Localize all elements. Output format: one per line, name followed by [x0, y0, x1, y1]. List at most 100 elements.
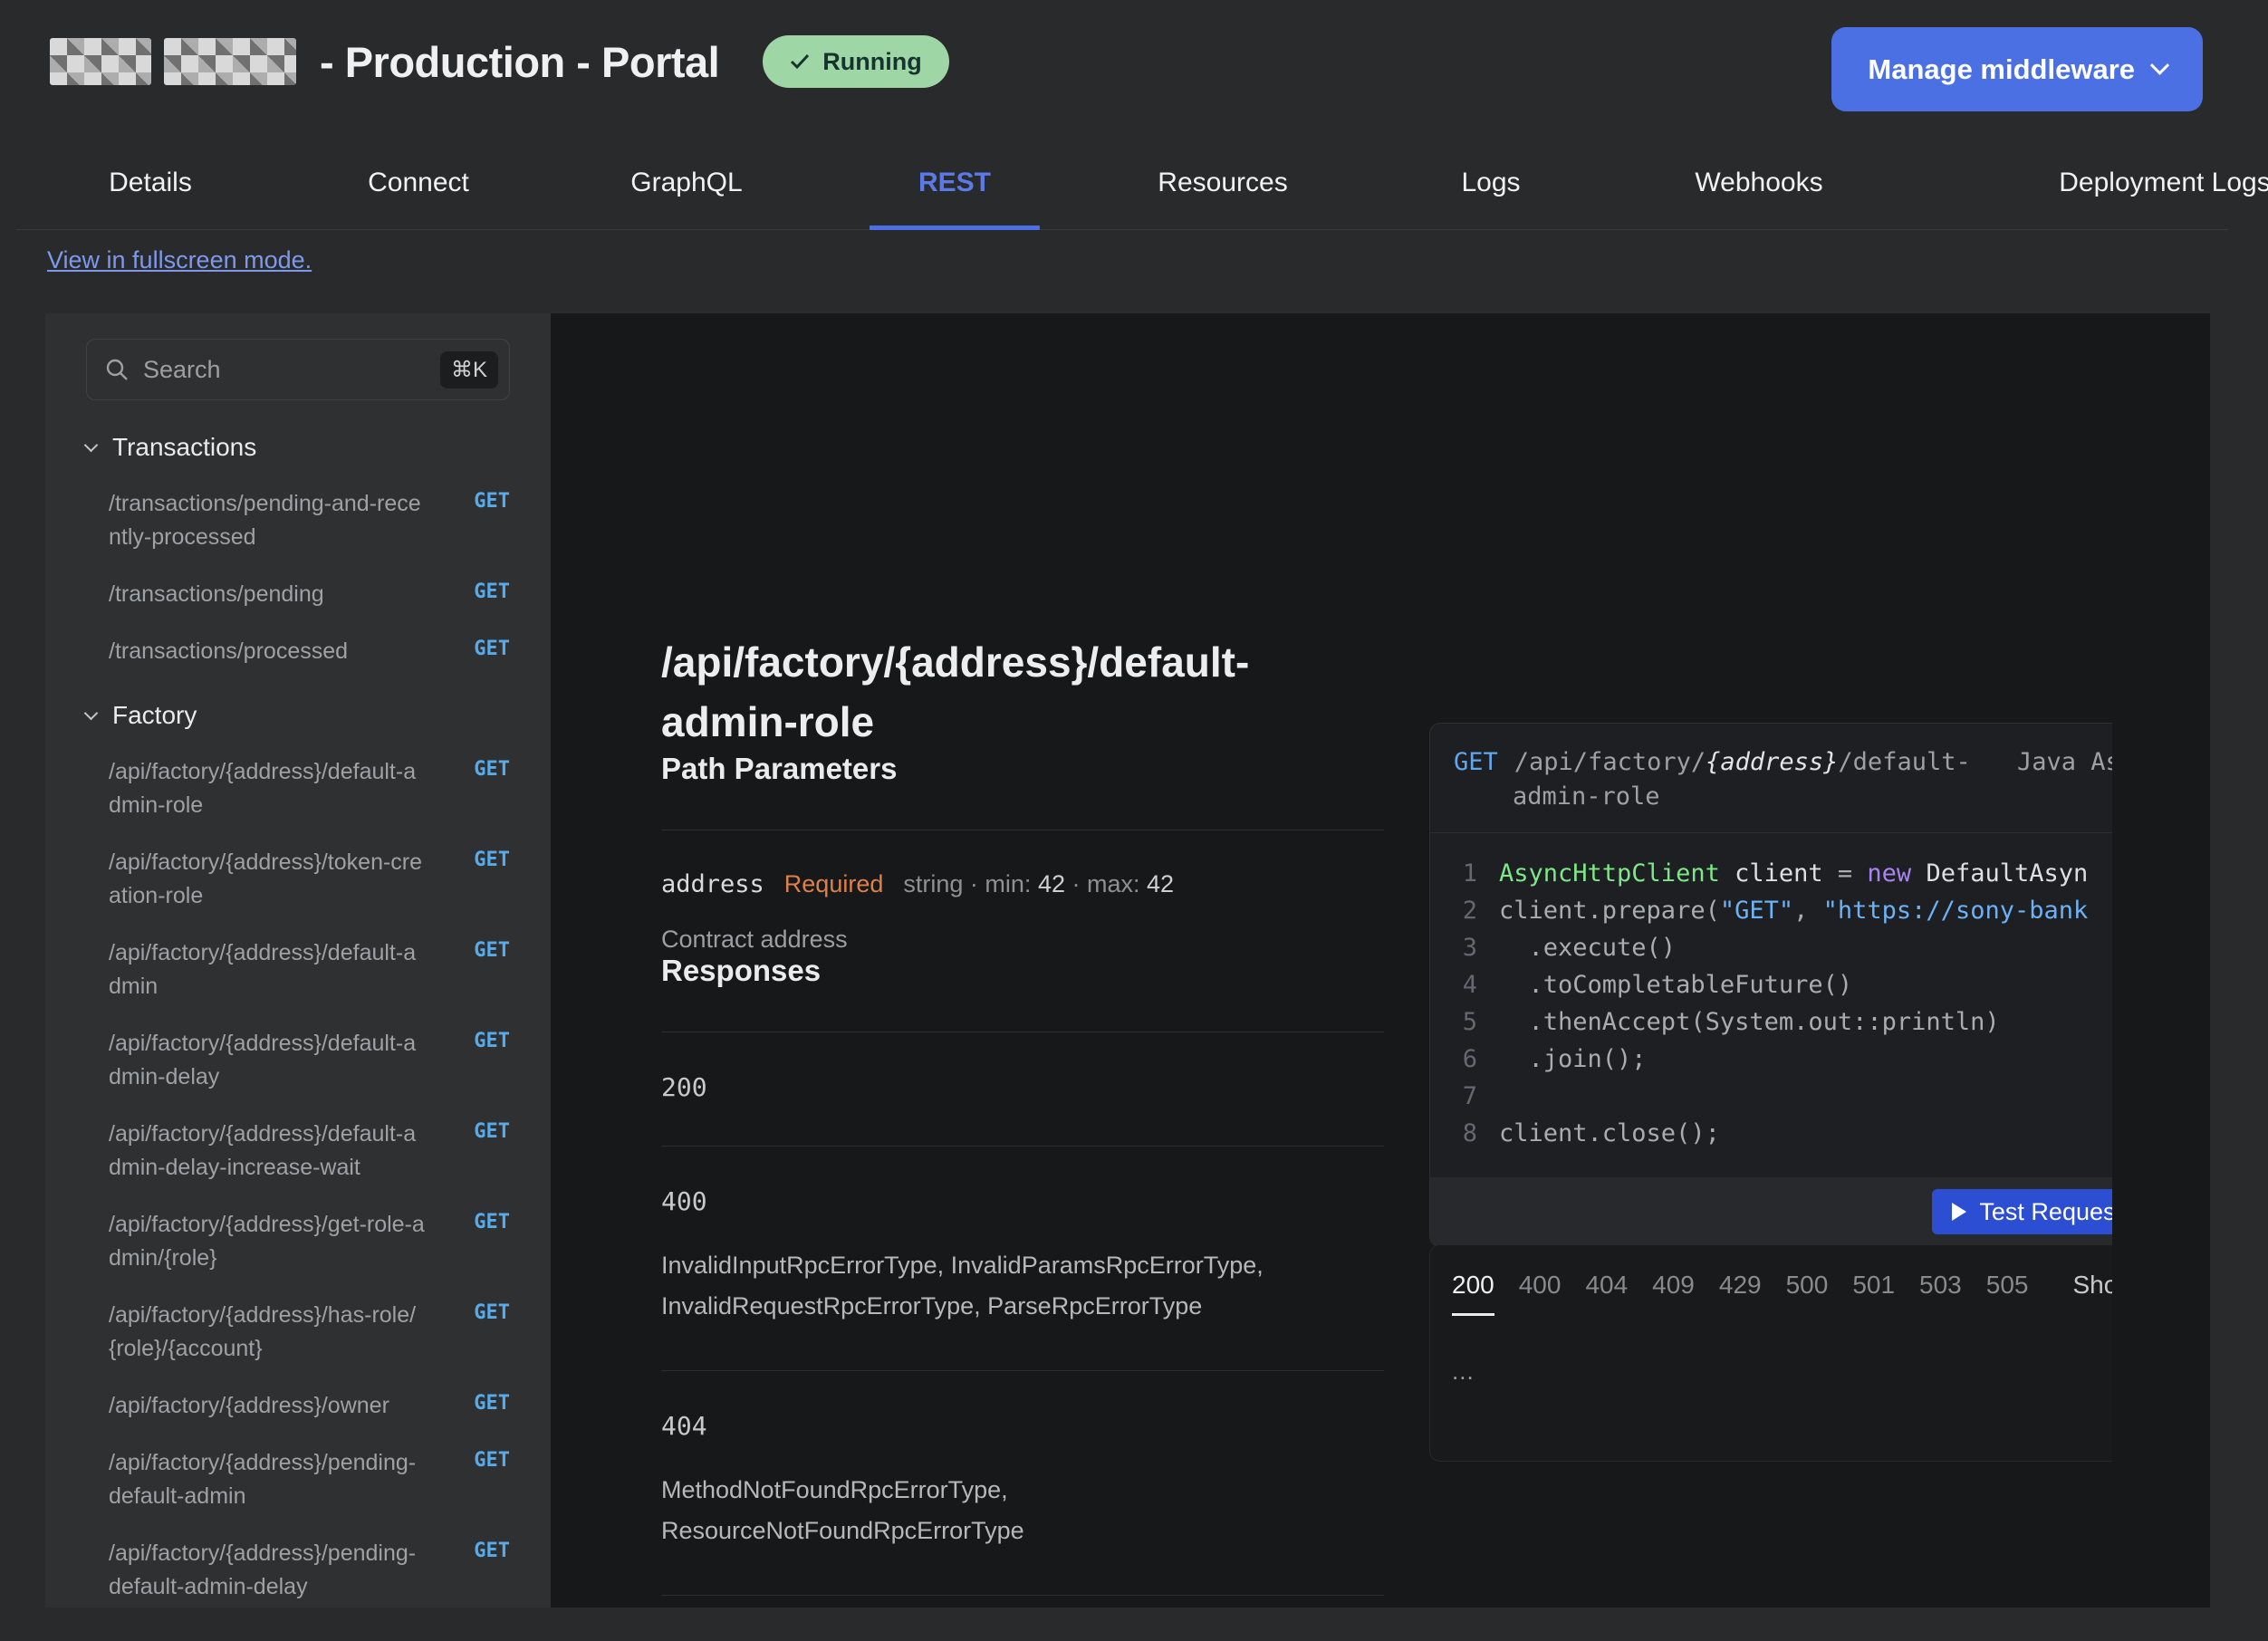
manage-middleware-button[interactable]: Manage middleware — [1831, 27, 2203, 111]
endpoint-item[interactable]: /api/factory/{address}/has-role/{role}/{… — [109, 1299, 510, 1366]
tab-resources[interactable]: Resources — [1089, 136, 1357, 229]
endpoint-path: /api/factory/{address}/pending-default-a… — [109, 1446, 428, 1513]
endpoint-item[interactable]: /api/factory/{address}/owner GET — [109, 1389, 510, 1423]
code-line-content: client.close(); — [1499, 1115, 1720, 1152]
status-tab-501[interactable]: 501 — [1852, 1271, 1895, 1300]
tab-webhooks[interactable]: Webhooks — [1625, 136, 1893, 229]
code-token: .join(); — [1499, 1045, 1647, 1073]
redacted-brand-pixelation — [164, 38, 296, 85]
responses-heading: Responses — [661, 954, 1384, 988]
divider — [661, 1370, 1384, 1371]
code-line: 1AsyncHttpClient client = new DefaultAsy… — [1448, 855, 2112, 892]
code-token: "GET" — [1720, 897, 1793, 925]
endpoint-item[interactable]: /transactions/pending GET — [109, 578, 510, 611]
endpoint-path: /api/factory/{address}/owner — [109, 1389, 428, 1423]
endpoint-item[interactable]: /api/factory/{address}/default-admin-rol… — [109, 755, 510, 822]
code-line: 3 .execute() — [1448, 929, 2112, 966]
endpoint-item[interactable]: /api/factory/{address}/get-role-admin/{r… — [109, 1208, 510, 1275]
endpoint-path: /transactions/processed — [109, 635, 428, 668]
play-icon — [1952, 1203, 1966, 1221]
endpoint-item[interactable]: /transactions/processedGET — [109, 635, 510, 668]
sidebar-section-factory[interactable]: Factory — [86, 701, 510, 730]
tab-graphql[interactable]: GraphQL — [553, 136, 821, 229]
code-token: new — [1867, 859, 1911, 888]
endpoint-item[interactable]: /api/factory/{address}/default-admin-del… — [109, 1027, 510, 1094]
endpoint-method-badge: GET — [474, 936, 510, 962]
endpoint-path: /api/factory/{address}/has-role/{role}/{… — [109, 1299, 428, 1366]
response-status-panel: 200 400 404 409 429 500 501 503 505 Show Sc ... — [1429, 1244, 2112, 1462]
endpoint-method-badge: GET — [474, 578, 510, 603]
status-tab-503[interactable]: 503 — [1919, 1271, 1962, 1300]
tab-label: Connect — [368, 168, 469, 198]
line-number: 5 — [1448, 1003, 1477, 1041]
rest-playground-panel: Search ⌘K Transactions/transactions/pend… — [45, 313, 2210, 1607]
endpoint-path: /transactions/pending — [109, 578, 428, 611]
tab-details[interactable]: Details — [16, 136, 284, 229]
parameter-name: address — [661, 870, 764, 898]
line-number: 6 — [1448, 1041, 1477, 1078]
language-selector[interactable]: Java AsyncH — [2017, 745, 2112, 780]
code-editor: 1AsyncHttpClient client = new DefaultAsy… — [1430, 833, 2112, 1177]
code-line: 8 client.close(); — [1448, 1115, 2112, 1152]
code-line: 5 .thenAccept(System.out::println) — [1448, 1003, 2112, 1041]
test-request-button[interactable]: Test Request — [1932, 1189, 2112, 1234]
line-number: 3 — [1448, 929, 1477, 966]
status-badge-label: Running — [822, 48, 921, 76]
search-input[interactable]: Search ⌘K — [86, 339, 510, 400]
chevron-down-icon — [2150, 56, 2169, 75]
tab-label: Details — [109, 168, 192, 198]
search-placeholder: Search — [143, 356, 440, 384]
response-body-ellipsis: ... — [1452, 1358, 2112, 1386]
status-tab-505[interactable]: 505 — [1986, 1271, 2029, 1300]
request-method: GET — [1454, 748, 1498, 776]
parameter-row: address Required string · min: 42 · max:… — [661, 870, 1384, 898]
endpoint-item[interactable]: /api/factory/{address}/pending-default-a… — [109, 1446, 510, 1513]
parameter-type: string — [903, 870, 963, 897]
line-number: 7 — [1448, 1078, 1477, 1115]
status-tab-409[interactable]: 409 — [1652, 1271, 1695, 1300]
check-icon — [790, 53, 810, 70]
tab-deployment-logs[interactable]: Deployment Logs — [1893, 136, 2268, 229]
tab-logs[interactable]: Logs — [1357, 136, 1625, 229]
endpoint-path: /api/factory/{address}/pending-default-a… — [109, 1537, 428, 1604]
endpoint-method-badge: GET — [474, 1389, 510, 1415]
line-number: 8 — [1448, 1115, 1477, 1152]
tab-connect[interactable]: Connect — [284, 136, 553, 229]
status-tab-429[interactable]: 429 — [1719, 1271, 1762, 1300]
endpoint-item[interactable]: /transactions/pending-and-recently-proce… — [109, 487, 510, 554]
code-token: client — [1720, 859, 1838, 888]
code-token: AsyncHttpClient — [1499, 859, 1720, 888]
request-path-segment: /default- — [1838, 748, 1970, 776]
fullscreen-link[interactable]: View in fullscreen mode. — [47, 246, 312, 274]
tab-label: REST — [918, 168, 991, 198]
endpoint-path: /api/factory/{address}/default-admin — [109, 936, 428, 1003]
endpoint-method-badge: GET — [474, 487, 510, 513]
endpoint-method-badge: GET — [474, 1208, 510, 1233]
code-line-content: AsyncHttpClient client = new DefaultAsyn — [1499, 855, 2088, 892]
response-code: 200 — [661, 1072, 1384, 1102]
status-tab-500[interactable]: 500 — [1786, 1271, 1829, 1300]
parameter-meta: string · min: 42 · max: 42 — [903, 870, 1174, 898]
code-line-content: .toCompletableFuture() — [1499, 966, 1852, 1003]
request-path-segment: /api/factory/ — [1514, 748, 1706, 776]
sidebar-section-transactions[interactable]: Transactions — [86, 433, 510, 462]
code-token: .execute() — [1499, 934, 1676, 962]
endpoint-item[interactable]: /api/factory/{address}/pending-default-a… — [109, 1537, 510, 1604]
endpoint-item[interactable]: /api/factory/{address}/default-admin GET — [109, 936, 510, 1003]
code-token: , — [1793, 897, 1823, 925]
endpoint-docs: /api/factory/{address}/default-admin-rol… — [661, 632, 1384, 1607]
tab-label: Resources — [1158, 168, 1287, 198]
status-tab-404[interactable]: 404 — [1585, 1271, 1628, 1300]
endpoint-item[interactable]: /api/factory/{address}/token-creation-ro… — [109, 846, 510, 913]
tab-label: GraphQL — [630, 168, 742, 198]
active-tab-underline — [870, 226, 1040, 230]
divider — [661, 1595, 1384, 1596]
endpoint-method-badge: GET — [474, 1118, 510, 1143]
endpoint-item[interactable]: /api/factory/{address}/default-admin-del… — [109, 1118, 510, 1185]
tab-rest[interactable]: REST — [821, 136, 1089, 229]
show-schema-toggle[interactable]: Show Sc — [2072, 1271, 2112, 1300]
status-tab-400[interactable]: 400 — [1519, 1271, 1562, 1300]
status-tab-200[interactable]: 200 — [1452, 1271, 1494, 1316]
parameter-max-value: 42 — [1147, 870, 1174, 897]
request-path: /api/factory/{address}/default- — [1514, 748, 1971, 776]
